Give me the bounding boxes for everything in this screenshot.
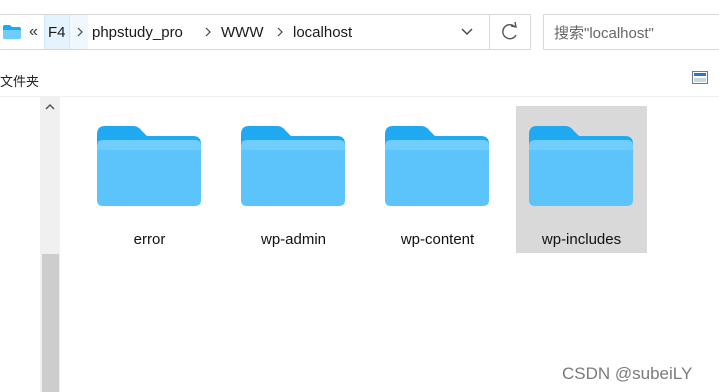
file-list: error wp-admin wp-content wp-includes <box>61 97 719 392</box>
breadcrumb-item-localhost[interactable]: localhost <box>293 24 352 41</box>
folder-icon <box>529 126 633 206</box>
folder-icon <box>3 25 21 39</box>
folder-item-wp-includes[interactable]: wp-includes <box>516 106 647 253</box>
chevron-right-icon[interactable] <box>76 27 84 37</box>
folder-item-wp-content[interactable]: wp-content <box>372 106 503 253</box>
watermark: CSDN @subeiLY <box>562 364 693 383</box>
breadcrumb-item-www[interactable]: WWW <box>221 24 263 41</box>
toolbar-label: 文件夹 <box>0 74 40 89</box>
folder-icon <box>385 126 489 206</box>
breadcrumb-item-f4[interactable]: F4 <box>48 24 66 41</box>
refresh-button[interactable] <box>489 15 529 49</box>
overflow-chevron[interactable]: « <box>29 23 38 41</box>
folder-icon <box>241 126 345 206</box>
view-icon[interactable] <box>692 71 708 84</box>
folder-item-error[interactable]: error <box>84 106 215 253</box>
address-bar[interactable]: « F4 phpstudy_pro WWW localhost <box>0 14 531 50</box>
scroll-up-icon[interactable] <box>40 97 60 117</box>
toolbar: 文件夹 <box>0 60 719 97</box>
scroll-thumb[interactable] <box>42 254 59 392</box>
chevron-right-icon[interactable] <box>204 27 212 37</box>
navigation-pane[interactable] <box>0 97 40 392</box>
folder-icon <box>97 126 201 206</box>
folder-label: error <box>133 231 166 248</box>
breadcrumb-item-phpstudy[interactable]: phpstudy_pro <box>92 24 183 41</box>
refresh-icon <box>502 21 517 40</box>
folder-label: wp-includes <box>541 231 622 248</box>
folder-label: wp-admin <box>260 231 327 248</box>
chevron-right-icon[interactable] <box>276 27 284 37</box>
search-input[interactable] <box>552 22 716 44</box>
folder-label: wp-content <box>400 231 475 248</box>
folder-item-wp-admin[interactable]: wp-admin <box>228 106 359 253</box>
search-box[interactable] <box>543 14 719 50</box>
scrollbar[interactable] <box>40 97 60 392</box>
chevron-down-icon[interactable] <box>455 21 479 43</box>
